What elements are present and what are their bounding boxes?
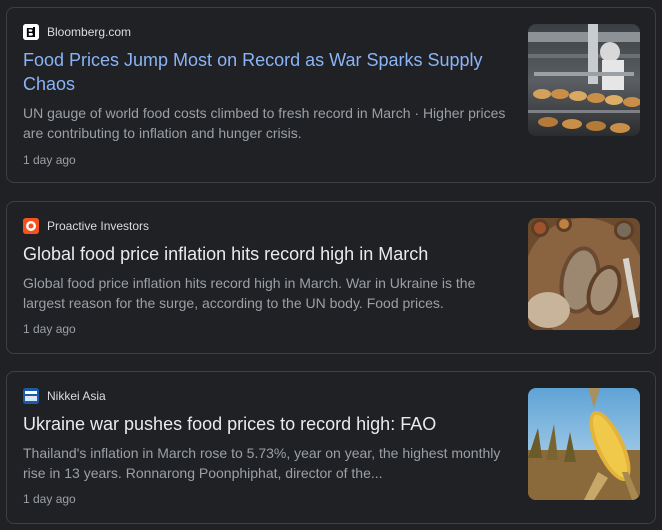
article-thumbnail[interactable] [528,218,640,330]
bakery-bread-production-image [528,24,640,136]
source-name: Proactive Investors [47,219,150,233]
source-name: Nikkei Asia [47,389,106,403]
article-timestamp: 1 day ago [23,492,76,506]
article-title-link[interactable]: Food Prices Jump Most on Record as War S… [23,48,503,96]
article-thumbnail[interactable] [528,388,640,500]
article-thumbnail[interactable] [528,24,640,136]
sliced-bread-loaf-image [528,218,640,330]
proactive-investors-logo-icon [23,218,39,234]
bloomberg-logo-icon: B [23,24,39,40]
article-snippet: Global food price inflation hits record … [23,275,476,311]
article-title-link[interactable]: Ukraine war pushes food prices to record… [23,412,503,436]
news-source: B Bloomberg.com [23,23,131,41]
article-timestamp: 1 day ago [23,153,76,167]
source-name: Bloomberg.com [47,25,132,39]
news-card[interactable]: Proactive Investors Global food price in… [6,201,656,354]
nikkei-asia-logo-icon [23,388,39,404]
news-card[interactable]: Nikkei Asia Ukraine war pushes food pric… [6,371,656,524]
corn-cob-field-image [528,388,640,500]
news-card[interactable]: B Bloomberg.com Food Prices Jump Most on… [6,7,656,183]
news-feed: B Bloomberg.com Food Prices Jump Most on… [0,0,662,530]
news-source: Nikkei Asia [23,387,106,405]
article-timestamp: 1 day ago [23,322,76,336]
article-title-link[interactable]: Global food price inflation hits record … [23,242,503,266]
news-source: Proactive Investors [23,217,149,235]
article-snippet: UN gauge of world food costs climbed to … [23,105,506,141]
article-snippet: Thailand's inflation in March rose to 5.… [23,445,501,481]
